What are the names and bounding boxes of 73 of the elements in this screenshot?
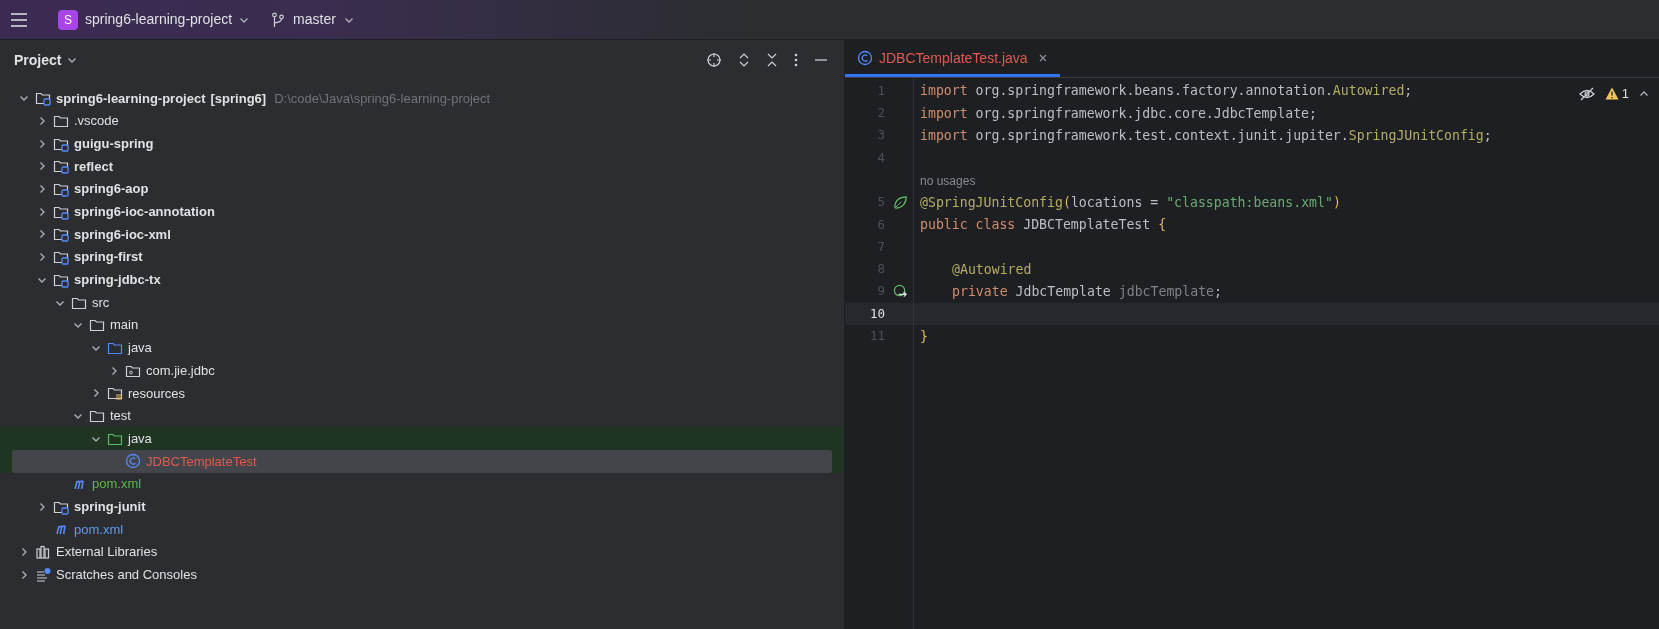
chevron-icon[interactable] xyxy=(91,388,101,399)
tree-item[interactable]: spring-first xyxy=(12,245,832,269)
module-folder-icon xyxy=(53,158,69,175)
tree-item[interactable]: java xyxy=(12,427,832,450)
code-line: import org.springframework.beans.factory.annotation.Autowired; xyxy=(919,82,1413,101)
chevron-icon[interactable] xyxy=(37,501,47,512)
scratches-icon xyxy=(35,566,51,583)
warning-icon xyxy=(1604,87,1619,101)
module-folder-icon xyxy=(53,226,69,243)
code-line: @Autowired xyxy=(951,260,1032,279)
menu-icon[interactable] xyxy=(10,12,28,27)
chevron-icon[interactable] xyxy=(19,547,29,558)
tree-item[interactable]: spring-jdbc-tx xyxy=(12,268,832,292)
tree-item[interactable]: test xyxy=(12,404,832,428)
warning-counter[interactable]: 1 xyxy=(1604,84,1629,104)
chevron-icon[interactable] xyxy=(37,206,47,217)
chevron-icon[interactable] xyxy=(19,569,29,580)
tree-item[interactable]: spring6-learning-project [spring6] D:\code\Java\spring6-learning-project xyxy=(12,87,832,110)
code-line: @SpringJUnitConfig(locations = "classpath:beans.xml") xyxy=(919,193,1341,212)
tree-item[interactable]: spring6-aop xyxy=(12,177,832,201)
libraries-icon xyxy=(35,544,51,561)
editor-tab[interactable]: JDBCTemplateTest.java xyxy=(845,40,1060,77)
panel-title[interactable]: Project xyxy=(14,49,78,71)
tree-item[interactable]: pom.xml xyxy=(12,518,832,541)
locate-icon[interactable] xyxy=(706,52,722,68)
tree-item[interactable]: reflect xyxy=(12,155,832,178)
tree-item[interactable]: com.jie.jdbc xyxy=(12,359,832,382)
code-line: } xyxy=(919,327,928,346)
project-initial-badge: S xyxy=(58,9,78,30)
tree-item[interactable]: java xyxy=(12,336,832,360)
injection-icon[interactable] xyxy=(893,284,908,300)
tree-item[interactable]: main xyxy=(12,313,832,337)
folder-icon xyxy=(53,113,69,130)
chevron-icon[interactable] xyxy=(67,55,78,65)
code-line: import org.springframework.test.context.junit.jupiter.SpringJUnitConfig; xyxy=(919,126,1492,145)
branch-switcher[interactable]: master xyxy=(271,9,354,30)
chevron-icon[interactable] xyxy=(37,161,47,172)
code-line: import org.springframework.jdbc.core.JdbcTemplate; xyxy=(919,104,1317,123)
folder-icon xyxy=(89,317,105,334)
tree-item[interactable]: resources xyxy=(12,381,832,405)
expand-icon[interactable] xyxy=(738,52,750,68)
tree-item[interactable]: src xyxy=(12,291,832,314)
tree-item[interactable]: spring-junit xyxy=(12,495,832,519)
chevron-icon[interactable] xyxy=(37,138,47,149)
collapse-icon[interactable] xyxy=(766,52,778,68)
class-icon xyxy=(125,453,141,470)
module-folder-icon xyxy=(35,90,51,107)
tree-item[interactable]: Scratches and Consoles xyxy=(12,563,832,587)
resources-folder-icon xyxy=(107,385,123,402)
module-folder-icon xyxy=(53,249,69,266)
code-line: public class JDBCTemplateTest { xyxy=(919,216,1167,235)
class-icon xyxy=(857,50,873,66)
chevron-icon[interactable] xyxy=(37,252,47,263)
chevron-icon[interactable] xyxy=(109,365,119,376)
leaf-icon[interactable] xyxy=(893,195,908,211)
close-icon[interactable] xyxy=(1037,53,1048,63)
inlay-hint[interactable]: no usages xyxy=(913,172,976,192)
code-line: private JdbcTemplate jdbcTemplate; xyxy=(951,282,1222,301)
tree-item[interactable]: spring6-ioc-xml xyxy=(12,223,832,246)
more-icon[interactable] xyxy=(794,52,798,68)
chevron-icon[interactable] xyxy=(37,116,47,127)
tree-item[interactable]: guigu-spring xyxy=(12,132,832,156)
tree-item[interactable]: .vscode xyxy=(12,109,832,133)
project-switcher[interactable]: S spring6-learning-project xyxy=(58,9,250,30)
branch-icon xyxy=(271,11,286,28)
chevron-icon[interactable] xyxy=(37,229,47,240)
line-number: 10 xyxy=(868,304,885,323)
tree-item[interactable]: pom.xml xyxy=(12,472,832,496)
tree-item[interactable]: spring6-ioc-annotation xyxy=(12,200,832,224)
eye-off-icon[interactable] xyxy=(1578,86,1595,101)
module-folder-icon xyxy=(53,181,69,198)
chevron-icon[interactable] xyxy=(37,184,47,195)
tree-item[interactable]: External Libraries xyxy=(12,540,832,564)
